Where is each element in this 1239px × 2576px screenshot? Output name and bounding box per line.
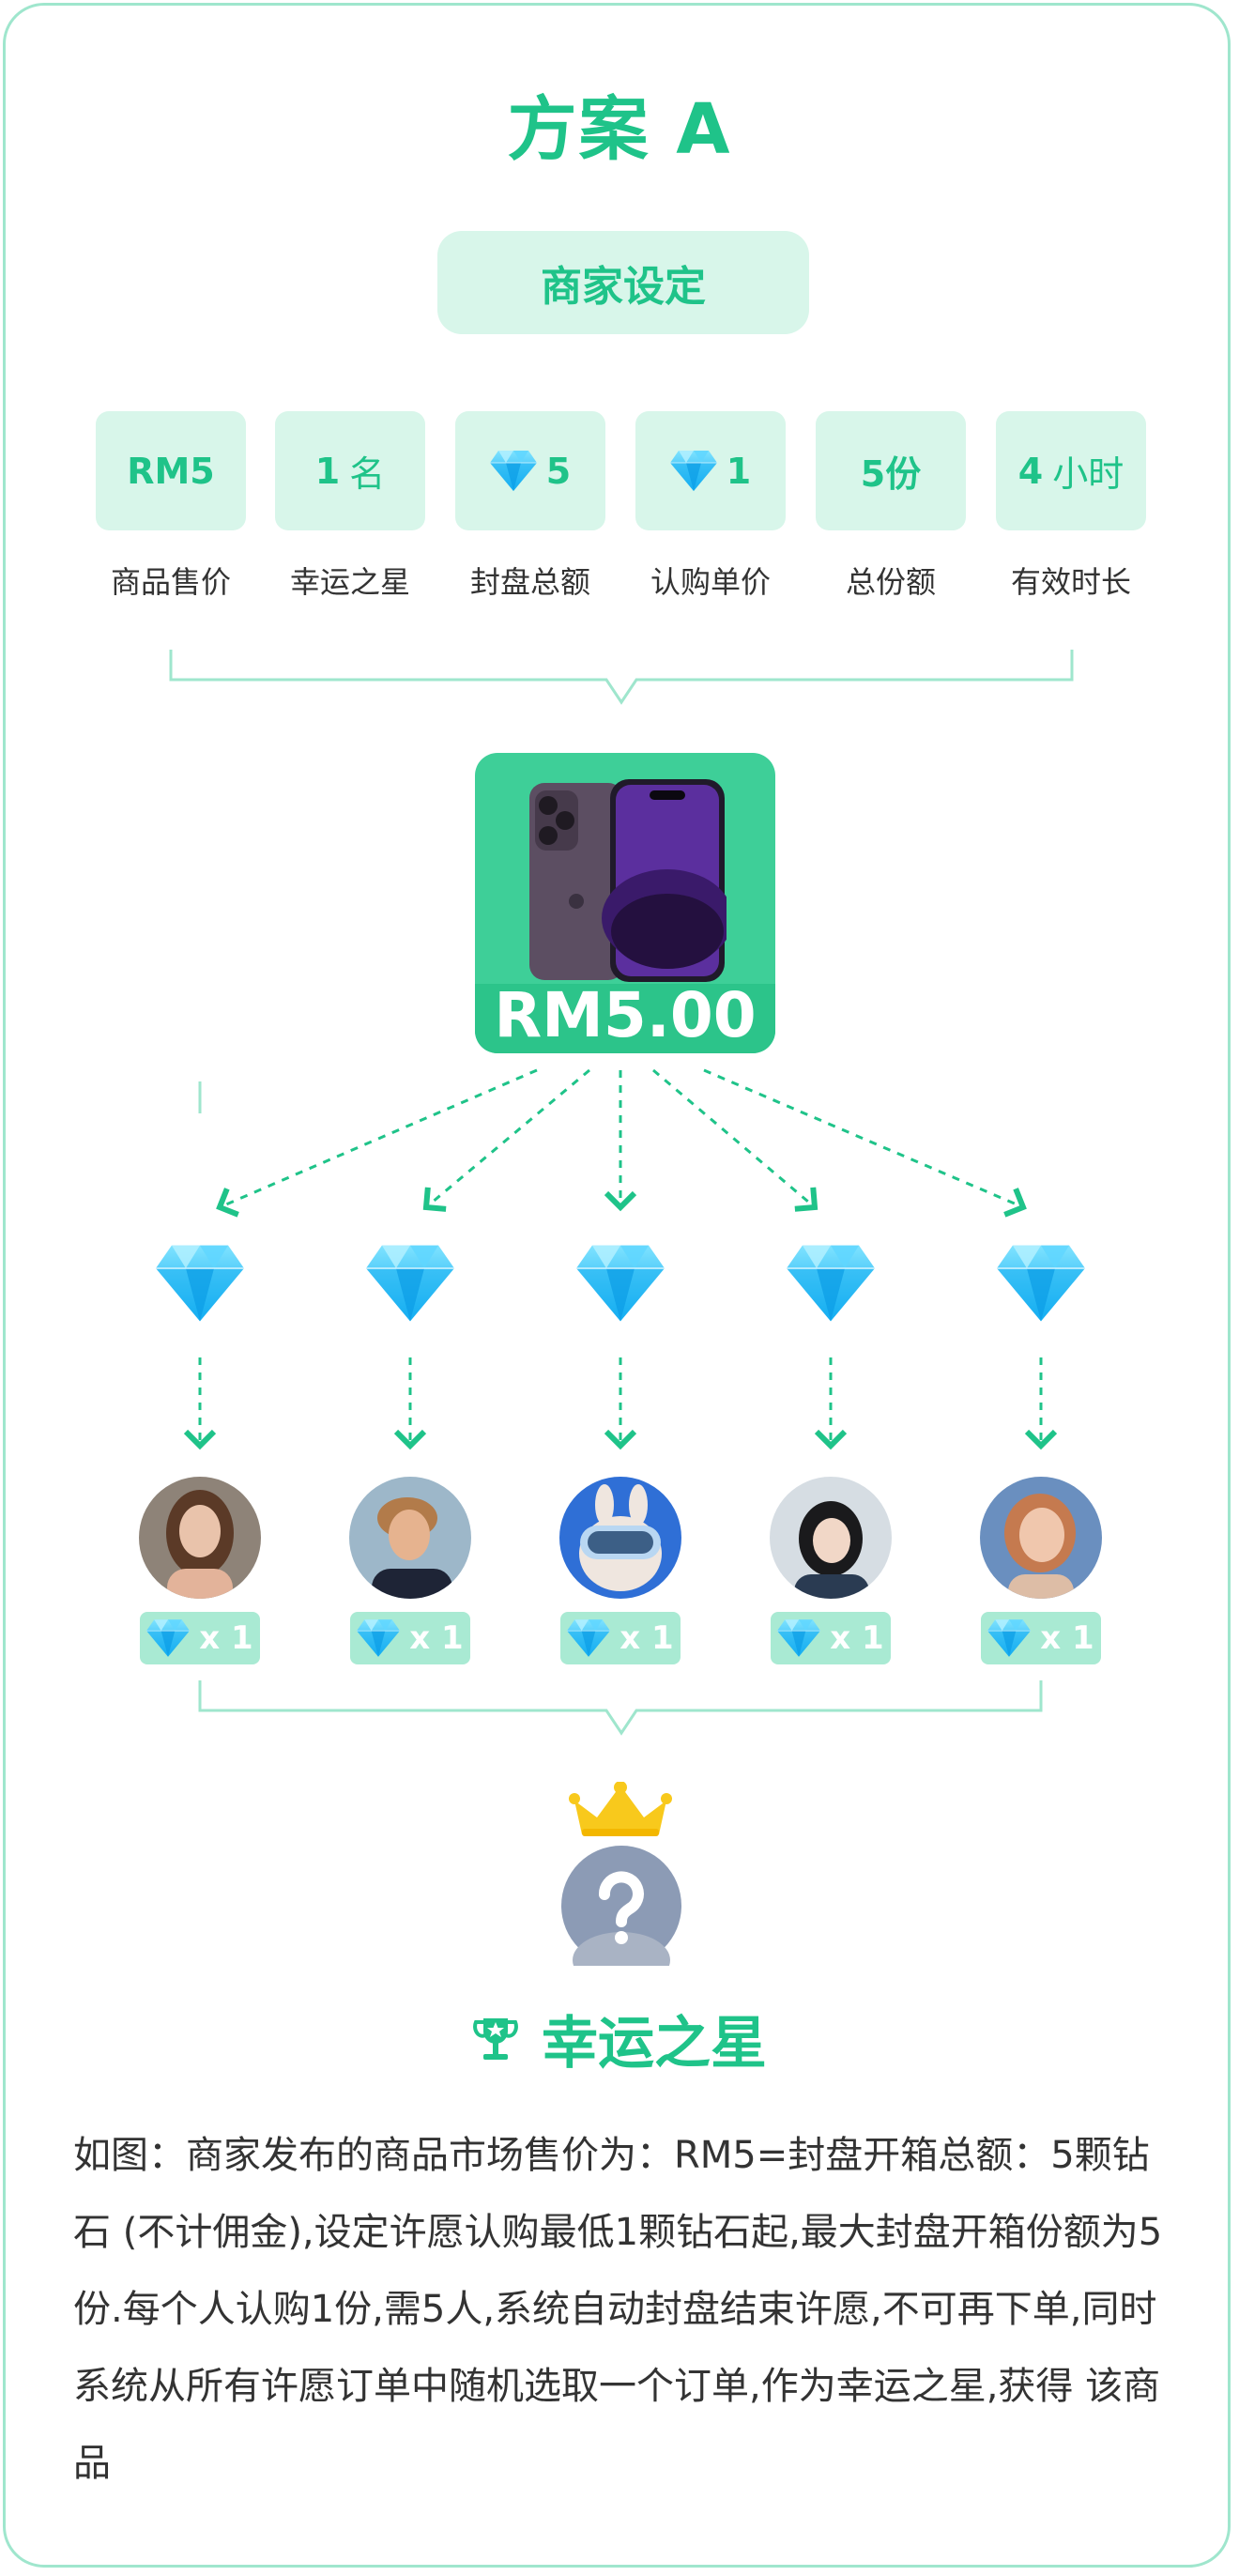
avatar[interactable] [980, 1477, 1102, 1599]
diamond-icon [787, 1245, 875, 1322]
top-bracket [169, 650, 1074, 705]
diamond-icon [567, 1619, 610, 1657]
crown-icon [569, 1782, 672, 1836]
diamond-count-badge: x 1 [560, 1612, 681, 1664]
avatar[interactable] [559, 1477, 681, 1599]
badge-count: x 1 [830, 1619, 884, 1657]
flow-arrow-2 [422, 1068, 590, 1212]
avatar-image [559, 1477, 681, 1599]
bottom-bracket [198, 1680, 1043, 1736]
diamond-icon [366, 1245, 454, 1322]
avatar[interactable] [139, 1477, 261, 1599]
product-card[interactable]: RM5.00 [475, 753, 775, 1053]
flow-arrow-4 [652, 1068, 818, 1212]
badge-count: x 1 [409, 1619, 464, 1657]
diamond-icon [987, 1619, 1031, 1657]
badge-count: x 1 [1040, 1619, 1094, 1657]
mystery-avatar-icon [561, 1846, 681, 1966]
badge-count: x 1 [620, 1619, 674, 1657]
description-text: 如图：商家发布的商品市场售价为：RM5=封盘开箱总额：5颗钻石 (不计佣金),设… [73, 2134, 1163, 2485]
flow-arrow-1 [216, 1068, 538, 1218]
avatar-image [770, 1477, 892, 1599]
avatar[interactable] [770, 1477, 892, 1599]
diamond-icon [777, 1619, 820, 1657]
trophy-icon [473, 2017, 518, 2060]
diamond-icon [997, 1245, 1085, 1322]
diamond-count-badge: x 1 [350, 1612, 470, 1664]
diamond-icon [576, 1245, 665, 1322]
lucky-star-title: 幸运之星 [0, 1998, 1239, 2079]
phone-image [529, 779, 727, 982]
badge-count: x 1 [199, 1619, 253, 1657]
diamond-count-badge: x 1 [981, 1612, 1101, 1664]
diamond-icon [357, 1619, 400, 1657]
diamond-count-badge: x 1 [771, 1612, 891, 1664]
avatar-image [980, 1477, 1102, 1599]
avatar-image [349, 1477, 471, 1599]
avatar[interactable] [349, 1477, 471, 1599]
product-price: RM5.00 [494, 979, 757, 1051]
lucky-star-text: 幸运之星 [542, 2011, 767, 2077]
avatar-image [139, 1477, 261, 1599]
diamond-icon [146, 1619, 190, 1657]
diamond-count-badge: x 1 [140, 1612, 260, 1664]
flow-arrow-5 [703, 1068, 1027, 1218]
diamond-icon [156, 1245, 244, 1322]
